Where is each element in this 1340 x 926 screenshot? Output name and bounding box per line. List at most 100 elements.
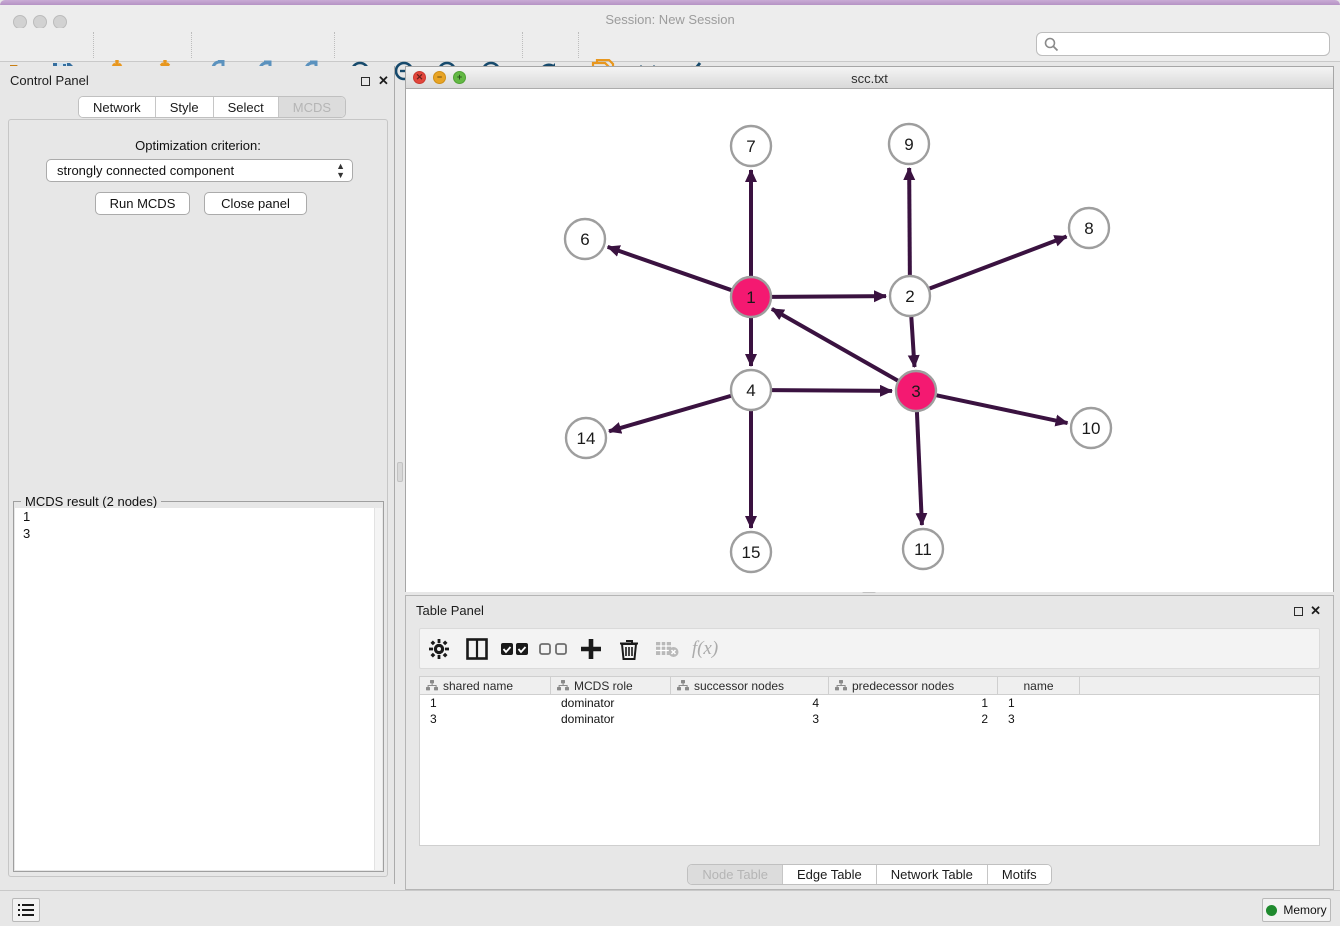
memory-status-icon bbox=[1266, 905, 1277, 916]
main-toolbar bbox=[0, 28, 1340, 62]
node-10[interactable]: 10 bbox=[1071, 408, 1111, 448]
show-column-panel-icon[interactable] bbox=[458, 632, 496, 666]
table-panel: Table Panel ✕ bbox=[405, 595, 1334, 890]
tab-style[interactable]: Style bbox=[156, 97, 214, 117]
memory-label: Memory bbox=[1283, 903, 1326, 917]
tab-select[interactable]: Select bbox=[214, 97, 279, 117]
toolbar-separator bbox=[334, 32, 335, 58]
cell-name[interactable]: 3 bbox=[998, 711, 1080, 727]
run-mcds-button[interactable]: Run MCDS bbox=[95, 192, 190, 215]
node-14[interactable]: 14 bbox=[566, 418, 606, 458]
column-header-filler bbox=[1080, 677, 1319, 694]
mcds-result-groupbox: MCDS result (2 nodes) 13 bbox=[13, 501, 384, 872]
tab-node-table[interactable]: Node Table bbox=[688, 865, 783, 884]
cell-shared-name[interactable]: 3 bbox=[420, 711, 551, 727]
cell-successor-nodes[interactable]: 4 bbox=[671, 695, 829, 711]
network-canvas[interactable]: 7 9 6 8 1 2 4 3 14 10 15 11 bbox=[406, 89, 1333, 592]
node-1[interactable]: 1 bbox=[731, 277, 771, 317]
node-label: 3 bbox=[911, 382, 920, 401]
column-type-icon bbox=[557, 680, 569, 691]
edge-3-11[interactable] bbox=[917, 412, 922, 525]
memory-button[interactable]: Memory bbox=[1262, 898, 1331, 922]
edge-3-10[interactable] bbox=[937, 395, 1068, 423]
cell-successor-nodes[interactable]: 3 bbox=[671, 711, 829, 727]
table-panel-title: Table Panel bbox=[416, 603, 484, 618]
titlebar[interactable]: Session: New Session bbox=[0, 5, 1340, 28]
tab-motifs[interactable]: Motifs bbox=[988, 865, 1051, 884]
node-7[interactable]: 7 bbox=[731, 126, 771, 166]
add-row-icon[interactable] bbox=[572, 632, 610, 666]
float-table-panel-icon[interactable] bbox=[1294, 607, 1303, 616]
deselect-all-checkboxes-icon[interactable] bbox=[534, 632, 572, 666]
close-panel-button[interactable]: Close panel bbox=[204, 192, 307, 215]
select-all-checkboxes-icon[interactable] bbox=[496, 632, 534, 666]
edge-4-14[interactable] bbox=[609, 396, 731, 431]
column-type-icon bbox=[426, 680, 438, 691]
node-9[interactable]: 9 bbox=[889, 124, 929, 164]
criterion-dropdown[interactable]: strongly connected component ▲▼ bbox=[46, 159, 353, 182]
search-field[interactable] bbox=[1036, 32, 1330, 56]
node-table[interactable]: shared name MCDS role successor nodes prede… bbox=[419, 676, 1320, 846]
node-15[interactable]: 15 bbox=[731, 532, 771, 572]
control-panel: Control Panel ✕ NetworkStyleSelectMCDS O… bbox=[0, 66, 395, 884]
edge-1-2[interactable] bbox=[772, 296, 886, 297]
edge-2-9[interactable] bbox=[909, 168, 910, 275]
table-tabs: Node TableEdge TableNetwork TableMotifs bbox=[687, 864, 1051, 885]
search-input[interactable] bbox=[1064, 37, 1329, 51]
mcds-result-list[interactable]: 13 bbox=[15, 508, 382, 870]
cell-shared-name[interactable]: 1 bbox=[420, 695, 551, 711]
column-header-successor-nodes[interactable]: successor nodes bbox=[671, 677, 829, 694]
node-3[interactable]: 3 bbox=[896, 371, 936, 411]
node-4[interactable]: 4 bbox=[731, 370, 771, 410]
column-label: shared name bbox=[443, 679, 513, 693]
node-2[interactable]: 2 bbox=[890, 276, 930, 316]
tab-mcds[interactable]: MCDS bbox=[279, 97, 345, 117]
edge-4-3[interactable] bbox=[772, 390, 892, 391]
edge-2-8[interactable] bbox=[930, 237, 1067, 289]
close-table-panel-icon[interactable]: ✕ bbox=[1310, 605, 1321, 616]
node-8[interactable]: 8 bbox=[1069, 208, 1109, 248]
scrollbar-track[interactable] bbox=[374, 508, 382, 870]
application-window: Session: New Session bbox=[0, 0, 1340, 926]
float-panel-icon[interactable] bbox=[361, 77, 370, 86]
table-tabs-footer: Node TableEdge TableNetwork TableMotifs bbox=[406, 864, 1333, 885]
cell-MCDS-role[interactable]: dominator bbox=[551, 695, 671, 711]
table-header-row: shared name MCDS role successor nodes prede… bbox=[420, 677, 1319, 695]
tab-network[interactable]: Network bbox=[79, 97, 156, 117]
edge-1-6[interactable] bbox=[608, 247, 732, 290]
settings-gear-icon[interactable] bbox=[420, 632, 458, 666]
node-11[interactable]: 11 bbox=[903, 529, 943, 569]
mcds-result-item: 3 bbox=[15, 525, 382, 542]
network-graph[interactable]: 7 9 6 8 1 2 4 3 14 10 15 11 bbox=[406, 89, 1333, 592]
control-panel-title: Control Panel bbox=[10, 73, 89, 88]
cell-name[interactable]: 1 bbox=[998, 695, 1080, 711]
node-6[interactable]: 6 bbox=[565, 219, 605, 259]
mcds-tab-page: Optimization criterion: strongly connect… bbox=[8, 119, 388, 877]
table-row[interactable]: 3dominator323 bbox=[420, 711, 1319, 727]
edge-3-1[interactable] bbox=[772, 309, 898, 381]
edge-2-3[interactable] bbox=[911, 317, 914, 367]
node-label: 4 bbox=[746, 381, 755, 400]
column-header-name[interactable]: name bbox=[998, 677, 1080, 694]
column-header-predecessor-nodes[interactable]: predecessor nodes bbox=[829, 677, 998, 694]
show-log-console-button[interactable] bbox=[12, 898, 40, 922]
column-label: successor nodes bbox=[694, 679, 784, 693]
delete-row-icon[interactable] bbox=[610, 632, 648, 666]
column-header-shared-name[interactable]: shared name bbox=[420, 677, 551, 694]
table-toolbar: f(x) bbox=[419, 628, 1320, 669]
column-header-MCDS-role[interactable]: MCDS role bbox=[551, 677, 671, 694]
table-row[interactable]: 1dominator411 bbox=[420, 695, 1319, 711]
cell-predecessor-nodes[interactable]: 1 bbox=[829, 695, 998, 711]
cell-predecessor-nodes[interactable]: 2 bbox=[829, 711, 998, 727]
close-panel-icon[interactable]: ✕ bbox=[378, 75, 389, 86]
table-body: 1dominator4113dominator323 bbox=[420, 695, 1319, 727]
search-icon bbox=[1044, 37, 1059, 52]
mcds-result-item: 1 bbox=[15, 508, 382, 525]
cell-MCDS-role[interactable]: dominator bbox=[551, 711, 671, 727]
node-label: 9 bbox=[904, 135, 913, 154]
toolbar-separator bbox=[93, 32, 94, 58]
tab-network-table[interactable]: Network Table bbox=[877, 865, 988, 884]
network-window-titlebar[interactable]: ✕ − + scc.txt bbox=[406, 67, 1333, 89]
tab-edge-table[interactable]: Edge Table bbox=[783, 865, 877, 884]
vertical-split-handle[interactable] bbox=[397, 462, 403, 482]
